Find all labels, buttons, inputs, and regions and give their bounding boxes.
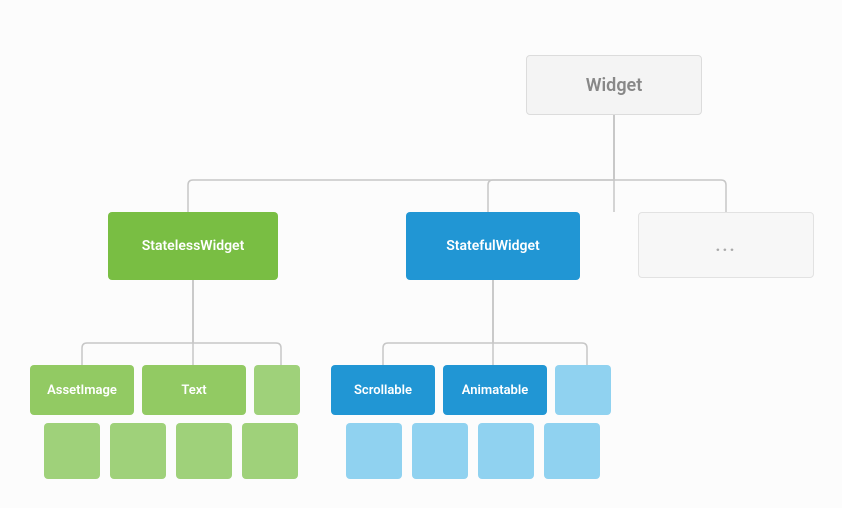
- animatable-label: Animatable: [462, 383, 528, 398]
- green-box: [242, 423, 298, 479]
- stateful-widget-node: StatefulWidget: [406, 212, 580, 280]
- green-box: [176, 423, 232, 479]
- scrollable-label: Scrollable: [354, 383, 412, 398]
- asset-image-label: AssetImage: [47, 383, 117, 398]
- blue-placeholder-node: [555, 365, 611, 415]
- green-placeholder-node: [254, 365, 300, 415]
- asset-image-node: AssetImage: [30, 365, 134, 415]
- widget-root-node: Widget: [526, 55, 702, 115]
- animatable-node: Animatable: [443, 365, 547, 415]
- green-box: [110, 423, 166, 479]
- blue-box: [346, 423, 402, 479]
- green-box: [44, 423, 100, 479]
- blue-box: [478, 423, 534, 479]
- stateful-widget-label: StatefulWidget: [446, 238, 539, 254]
- text-label: Text: [181, 383, 206, 398]
- stateless-widget-node: StatelessWidget: [108, 212, 278, 280]
- blue-box: [412, 423, 468, 479]
- scrollable-node: Scrollable: [331, 365, 435, 415]
- ellipsis-label: ...: [715, 235, 736, 256]
- ellipsis-node: ...: [638, 212, 814, 278]
- stateless-widget-label: StatelessWidget: [142, 238, 245, 254]
- text-node: Text: [142, 365, 246, 415]
- widget-root-label: Widget: [586, 75, 643, 96]
- blue-box: [544, 423, 600, 479]
